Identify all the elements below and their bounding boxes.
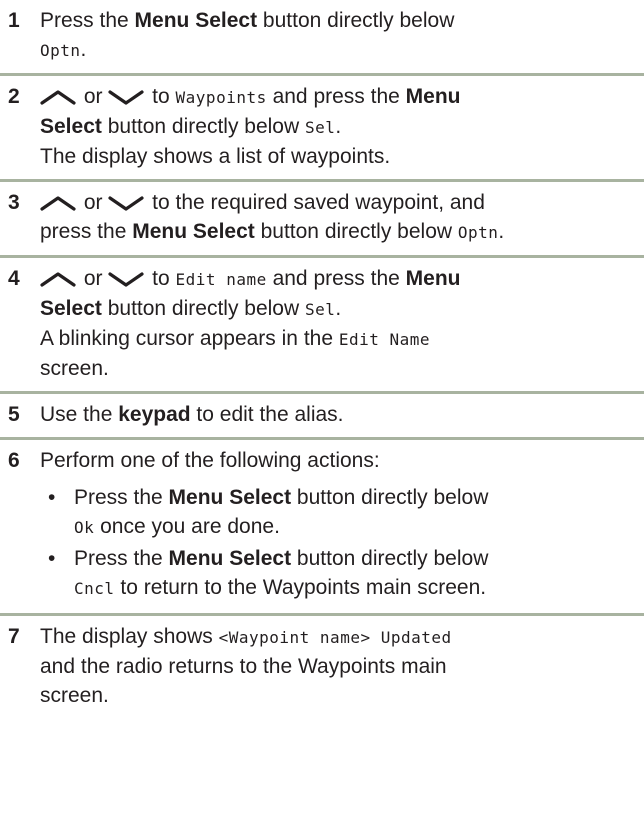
menu-select-label: Menu Select: [134, 9, 258, 32]
step-number: 3: [8, 191, 20, 214]
menu-select-label: Menu Select: [168, 547, 292, 570]
step-text: or: [78, 267, 109, 290]
step-text: or: [78, 85, 109, 108]
step-result-text: A blinking cursor appears in the: [40, 327, 339, 350]
menu-label: Menu: [405, 85, 461, 108]
step-text: The display shows: [40, 625, 219, 648]
step-text: to return to the Waypoints main screen.: [114, 576, 487, 599]
menu-label: Menu: [405, 267, 461, 290]
step-text: .: [80, 38, 87, 61]
step-text: and press the: [266, 267, 406, 290]
select-label: Select: [40, 115, 102, 138]
step-text: button directly below: [101, 115, 305, 138]
step-text: button directly below: [291, 547, 489, 570]
step-text: press the: [40, 220, 133, 243]
step-text: Use the: [40, 403, 119, 426]
menu-select-label: Menu Select: [168, 486, 292, 509]
step-text: button directly below: [101, 297, 305, 320]
procedure-steps: 1 Press the Menu Select button directly …: [0, 0, 644, 718]
screen-text-optn: Optn: [457, 223, 499, 242]
step-text: or: [78, 191, 109, 214]
step-number: 7: [8, 625, 20, 648]
step-text: to: [146, 85, 176, 108]
step-2: 2 or to Waypoints and press the Menu Sel…: [0, 76, 644, 179]
step-text: to edit the alias.: [190, 403, 344, 426]
step-text: screen.: [40, 684, 109, 707]
menu-select-label: Menu Select: [132, 220, 255, 243]
step-text: .: [335, 297, 342, 320]
step-text: Press the: [74, 547, 169, 570]
screen-text-sel: Sel: [304, 300, 336, 319]
step-text: button directly below: [257, 9, 455, 32]
step-result-text: The display shows a list of waypoints.: [40, 145, 391, 168]
screen-text-sel: Sel: [304, 118, 336, 137]
bullet: •: [48, 486, 56, 509]
step-number: 5: [8, 403, 20, 426]
screen-text-edit-name: Edit name: [175, 270, 267, 289]
step-1: 1 Press the Menu Select button directly …: [0, 0, 644, 73]
step-number: 6: [8, 449, 20, 472]
action-options-list: • Press the Menu Select button directly …: [40, 483, 644, 603]
list-item: • Press the Menu Select button directly …: [40, 544, 644, 603]
step-3: 3 or to the required saved waypoint, and…: [0, 182, 644, 255]
bullet: •: [48, 547, 56, 570]
keypad-label: keypad: [118, 403, 191, 426]
step-text: and the radio returns to the Waypoints m…: [40, 655, 447, 678]
step-text: Perform one of the following actions:: [40, 449, 380, 472]
step-text: Press the: [40, 9, 135, 32]
step-text: .: [335, 115, 342, 138]
select-label: Select: [40, 297, 102, 320]
step-number: 4: [8, 267, 20, 290]
step-text: Press the: [74, 486, 169, 509]
list-item: • Press the Menu Select button directly …: [40, 483, 644, 542]
step-text: to the required saved waypoint, and: [146, 191, 485, 214]
step-text: .: [498, 220, 505, 243]
step-text: once you are done.: [94, 515, 280, 538]
chevron-up-icon: [40, 195, 76, 212]
chevron-down-icon: [108, 271, 144, 288]
screen-text-ok: Ok: [74, 518, 95, 537]
step-result-text: screen.: [40, 357, 109, 380]
screen-text-cncl: Cncl: [74, 579, 115, 598]
step-number: 2: [8, 85, 20, 108]
step-5: 5 Use the keypad to edit the alias.: [0, 394, 644, 437]
step-text: to: [146, 267, 176, 290]
screen-text-waypoints: Waypoints: [175, 88, 267, 107]
screen-text-edit-name-screen: Edit Name: [338, 330, 431, 349]
chevron-up-icon: [40, 89, 76, 106]
step-text: button directly below: [254, 220, 458, 243]
step-4: 4 or to Edit name and press the Menu Sel…: [0, 258, 644, 391]
chevron-down-icon: [108, 89, 144, 106]
step-text: button directly below: [291, 486, 489, 509]
step-text: and press the: [266, 85, 406, 108]
screen-text-waypoint-updated: <Waypoint name> Updated: [218, 628, 452, 647]
step-6: 6 Perform one of the following actions: …: [0, 440, 644, 613]
screen-text-optn: Optn: [40, 41, 81, 60]
step-number: 1: [8, 9, 20, 32]
step-7: 7 The display shows <Waypoint name> Upda…: [0, 616, 644, 718]
chevron-up-icon: [40, 271, 76, 288]
chevron-down-icon: [108, 195, 144, 212]
